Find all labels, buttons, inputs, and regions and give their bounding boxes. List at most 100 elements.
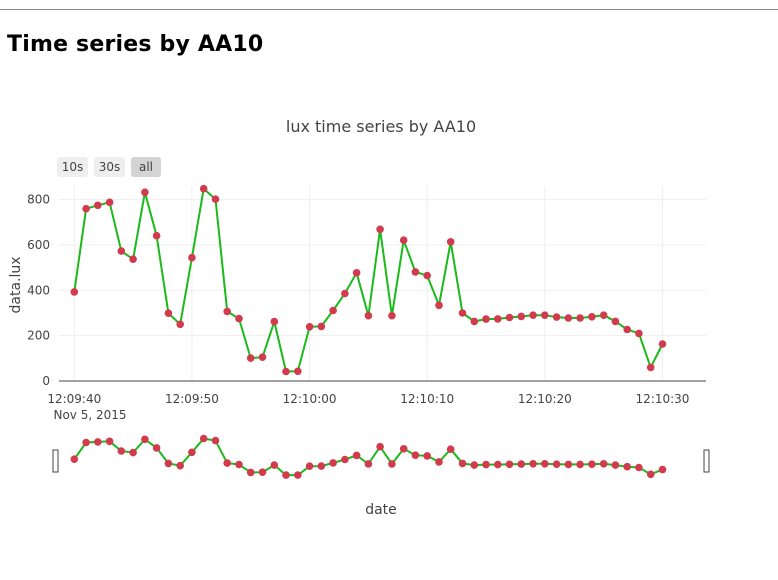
data-point (94, 201, 102, 210)
slider-point (564, 460, 573, 469)
y-tick-label: 600 (27, 238, 50, 252)
data-point (517, 312, 526, 321)
slider-point (258, 468, 267, 477)
slider-point (482, 460, 490, 469)
grid-lines (59, 186, 706, 381)
range-slider[interactable] (52, 434, 710, 479)
data-point (388, 311, 396, 320)
range-selector[interactable]: 10s 30s all (57, 157, 161, 177)
chart-title: lux time series by AA10 (286, 117, 476, 136)
data-point (329, 306, 337, 315)
slider-point (494, 460, 502, 469)
data-point (246, 354, 255, 362)
x-tick-label: 12:10:10 (400, 392, 454, 406)
data-point (529, 311, 537, 320)
data-point (282, 367, 290, 376)
data-point (129, 255, 137, 263)
x-axis-ticks: 12:09:40 12:09:50 12:10:00 12:10:10 12:10:20… (47, 392, 689, 406)
slider-point (458, 459, 467, 468)
slider-point (129, 448, 137, 457)
slider-point (352, 451, 361, 460)
slider-point (576, 460, 584, 469)
data-point (294, 367, 302, 376)
slider-point (541, 460, 549, 468)
data-point (423, 271, 432, 280)
y-tick-label: 400 (27, 283, 50, 297)
slider-point (164, 459, 173, 468)
slider-point (517, 460, 526, 468)
y-tick-label: 0 (42, 374, 50, 388)
data-point (458, 309, 467, 317)
x-tick-label: 12:10:20 (518, 392, 572, 406)
data-point (235, 314, 243, 323)
slider-point (329, 459, 337, 467)
slider-point (341, 455, 349, 464)
x-tick-label: 12:09:40 (47, 392, 101, 406)
data-point (564, 314, 573, 322)
y-axis-ticks: 0 200 400 600 800 (27, 193, 50, 388)
data-point (305, 323, 314, 331)
data-point (317, 322, 326, 331)
range-button-10s[interactable]: 10s (57, 157, 88, 177)
data-point (188, 253, 196, 262)
range-button-label: 10s (62, 160, 84, 174)
slider-point (423, 452, 432, 460)
range-slider-left-handle[interactable] (52, 449, 59, 473)
slider-point (117, 447, 126, 455)
x-axis-date-label: Nov 5, 2015 (53, 408, 126, 422)
slider-point (588, 460, 596, 469)
range-button-label: 30s (99, 160, 121, 174)
range-button-30s[interactable]: 30s (94, 157, 125, 177)
slider-point (470, 461, 479, 469)
range-slider-right-handle[interactable] (703, 449, 710, 473)
slider-point (388, 460, 396, 468)
slider-point (282, 471, 290, 479)
data-point (176, 320, 184, 329)
y-axis-title: data.lux (8, 256, 24, 313)
x-tick-label: 12:09:50 (165, 392, 219, 406)
data-point (152, 231, 161, 240)
slider-point (399, 445, 408, 453)
slider-point (435, 458, 443, 466)
data-point (494, 315, 502, 323)
slider-point (552, 460, 561, 469)
series-line (73, 186, 664, 373)
data-point (105, 198, 114, 207)
data-point (588, 313, 596, 321)
data-point (599, 311, 608, 320)
data-point (223, 307, 231, 316)
series-points (70, 184, 667, 376)
slider-point (611, 461, 620, 469)
data-point (635, 329, 643, 338)
data-point (411, 268, 420, 276)
slider-point (141, 435, 149, 444)
slider-point (658, 465, 667, 474)
slider-point (246, 468, 255, 477)
data-point (341, 289, 349, 298)
slider-point (376, 442, 384, 451)
slider-point (223, 459, 231, 467)
slider-point (82, 438, 90, 447)
slider-point (235, 460, 243, 469)
range-slider-points (70, 434, 667, 479)
data-point (576, 314, 584, 322)
data-point (470, 317, 479, 326)
x-tick-label: 12:10:00 (283, 392, 337, 406)
range-button-all[interactable]: all (131, 157, 161, 177)
slider-point (446, 445, 455, 454)
lux-time-series-chart[interactable]: lux time series by AA10 10s 30s all 0 200 40… (0, 0, 778, 580)
data-point (611, 317, 620, 326)
slider-point (505, 460, 514, 469)
y-tick-label: 800 (27, 193, 50, 207)
data-point (658, 340, 667, 348)
data-point (211, 195, 220, 203)
slider-point (152, 444, 161, 452)
range-slider-line (73, 437, 663, 477)
slider-point (635, 463, 643, 472)
slider-point (529, 460, 537, 468)
data-point (399, 236, 408, 244)
slider-point (199, 434, 208, 443)
x-axis-title: date (365, 502, 397, 518)
data-point (117, 247, 126, 255)
slider-point (94, 438, 102, 446)
